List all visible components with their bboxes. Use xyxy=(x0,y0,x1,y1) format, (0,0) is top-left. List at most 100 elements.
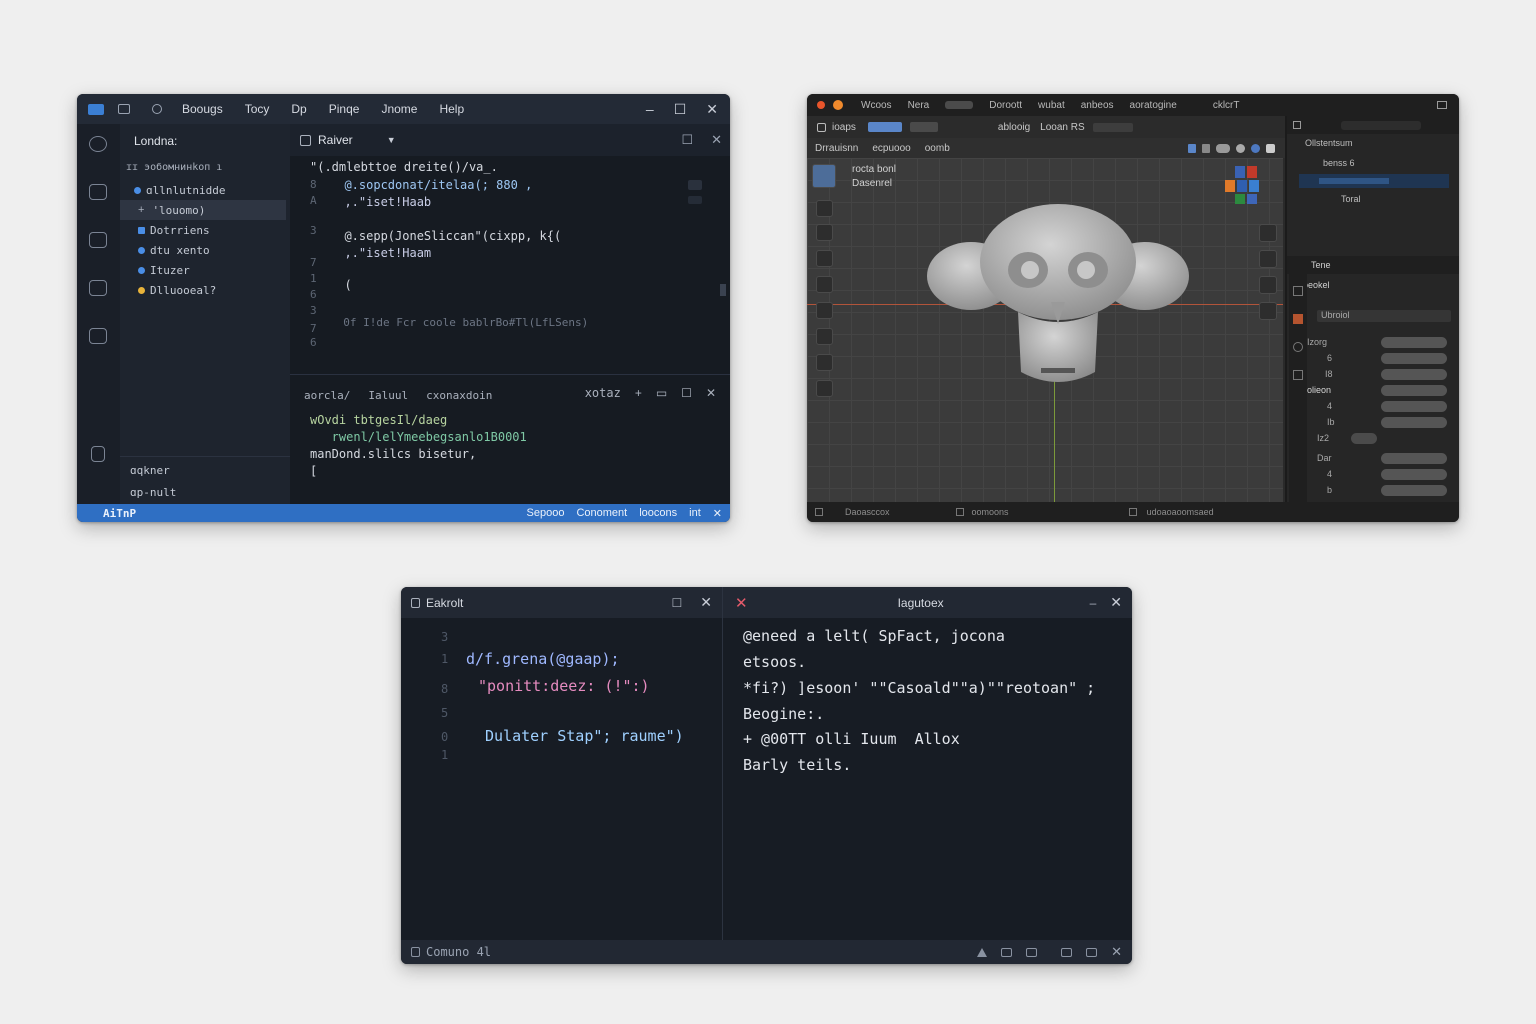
outliner-search[interactable] xyxy=(1341,120,1421,130)
add-pane-icon[interactable] xyxy=(1061,947,1073,957)
sidebar-item[interactable]: Ituzer xyxy=(120,260,286,280)
camera-view-icon[interactable] xyxy=(1259,224,1277,242)
explorer-icon[interactable] xyxy=(89,136,107,152)
outliner-item[interactable]: Toral xyxy=(1305,192,1449,206)
value-field[interactable] xyxy=(1381,352,1447,364)
menu-item[interactable]: Tocy xyxy=(245,102,270,116)
snap-dropdown[interactable]: Looan RS xyxy=(1040,122,1084,133)
select-tool-icon[interactable] xyxy=(812,164,836,188)
mode-select[interactable]: ioaps xyxy=(832,122,856,133)
value-field[interactable] xyxy=(1381,484,1447,496)
menu-item[interactable]: Doroott xyxy=(989,100,1022,111)
sidebar-item[interactable]: Dotrriens xyxy=(120,220,286,240)
minimap[interactable] xyxy=(682,174,730,374)
object-tab-icon[interactable] xyxy=(1293,314,1303,324)
value-field[interactable] xyxy=(1351,432,1377,444)
navigation-gizmo[interactable] xyxy=(1221,164,1271,208)
scene-name[interactable]: cklcrT xyxy=(1213,100,1240,111)
code-line[interactable]: "ponitt:deez: (!":) xyxy=(478,677,650,695)
sidebar-item-selected[interactable]: + 'louomo) xyxy=(120,200,286,220)
account-icon[interactable] xyxy=(91,446,105,462)
minimize-icon[interactable]: – xyxy=(646,101,654,117)
menu-item[interactable]: Dp xyxy=(291,102,306,116)
overlay-icon[interactable] xyxy=(1188,143,1196,153)
close-icon[interactable]: ✕ xyxy=(706,101,718,118)
maximize-icon[interactable]: ☐ xyxy=(672,596,683,610)
close-pane-icon[interactable]: ✕ xyxy=(1111,944,1122,960)
panel-tab[interactable]: cxonaxdoin xyxy=(426,389,492,402)
shading-render-icon[interactable] xyxy=(1251,143,1260,153)
sidebar-footer-item[interactable]: ɑp-nult xyxy=(130,486,176,499)
run-icon[interactable] xyxy=(89,232,107,248)
layout-icon[interactable] xyxy=(1001,947,1013,957)
pan-icon[interactable] xyxy=(1259,276,1277,294)
code-line[interactable]: @.sopcdonat/itelaa(; 880 , xyxy=(330,178,532,192)
code-line[interactable]: ( xyxy=(330,278,351,292)
property-row[interactable]: b xyxy=(1297,484,1451,496)
xray-icon[interactable] xyxy=(1202,143,1210,153)
outliner-item-selected[interactable] xyxy=(1299,174,1449,188)
search-icon[interactable] xyxy=(152,104,162,114)
menu-item[interactable]: Nera xyxy=(908,100,930,111)
timeline-item[interactable]: udoaoaoomsaed xyxy=(1147,507,1214,517)
maximize-icon[interactable]: ☐ xyxy=(674,101,687,118)
transform-tool-icon[interactable] xyxy=(816,302,833,319)
editor-type-icon[interactable] xyxy=(817,122,826,132)
property-row[interactable]: 4 xyxy=(1297,468,1451,480)
code-line[interactable]: Dulater Stap"; raume") xyxy=(485,727,684,745)
status-item[interactable]: Conoment xyxy=(576,507,627,520)
modifier-tab-icon[interactable] xyxy=(1293,370,1303,380)
sidebar-item[interactable]: Dlluooeal? xyxy=(120,280,286,300)
proportional-edit[interactable] xyxy=(1092,122,1133,132)
value-field[interactable] xyxy=(1381,468,1447,480)
sidebar-section[interactable]: ɪɪ эoбомнинkоп ı xyxy=(126,162,222,173)
code-comment[interactable]: 0f I!de Fcr coole bablrBo#Tl(LfLSens) xyxy=(330,316,588,329)
timeline-item[interactable]: oomoons xyxy=(972,507,1009,517)
source-control-icon[interactable] xyxy=(89,184,107,200)
transform-orientation[interactable]: ablooig xyxy=(998,122,1030,133)
timeline-item[interactable]: Daoasccox xyxy=(845,507,890,517)
chevron-down-icon[interactable]: ▼ xyxy=(387,135,396,145)
status-text[interactable]: Comuno 4l xyxy=(426,945,491,959)
monkey-mesh[interactable] xyxy=(923,202,1193,392)
value-field[interactable] xyxy=(1381,368,1447,380)
tab-active[interactable]: Raiver ▼ xyxy=(290,133,396,147)
menu-item[interactable]: Jnome xyxy=(381,102,417,116)
add-cube-tool-icon[interactable] xyxy=(816,380,833,397)
shading-solid-icon[interactable] xyxy=(1216,143,1230,153)
shading-material-icon[interactable] xyxy=(1236,143,1245,153)
property-row[interactable]: Ib xyxy=(1297,416,1451,428)
value-field[interactable] xyxy=(1381,452,1447,464)
tool-tab-icon[interactable] xyxy=(1293,286,1303,296)
material-tab-icon[interactable] xyxy=(1293,342,1303,352)
scrollbar-thumb[interactable] xyxy=(720,284,726,296)
minimize-icon[interactable]: – xyxy=(1090,596,1097,610)
close-icon[interactable]: ✕ xyxy=(1110,594,1122,611)
property-row[interactable]: I8 xyxy=(1297,368,1451,380)
perspective-icon[interactable] xyxy=(1259,302,1277,320)
move-tool-icon[interactable] xyxy=(816,224,833,241)
outliner-item[interactable]: benss 6 xyxy=(1305,156,1449,170)
menu-item[interactable]: aoratogine xyxy=(1130,100,1177,111)
zoom-icon[interactable] xyxy=(1259,250,1277,268)
status-item[interactable]: Sepooo xyxy=(527,507,565,520)
add-icon[interactable]: + xyxy=(635,386,642,400)
status-left[interactable]: AiTnP xyxy=(103,507,136,520)
code-line[interactable]: d/f.grena(@gaap); xyxy=(466,650,620,668)
notification-close-icon[interactable]: ✕ xyxy=(713,507,722,520)
window-icon[interactable] xyxy=(118,104,130,114)
3d-viewport[interactable]: rocta bonl Dasenrel xyxy=(807,158,1283,502)
property-row[interactable]: 6 xyxy=(1297,352,1451,364)
sidebar-footer-item[interactable]: ɑqkner xyxy=(130,464,170,477)
playback-icon[interactable] xyxy=(955,508,964,516)
transform-icons[interactable] xyxy=(909,122,938,132)
cursor-tool-icon[interactable] xyxy=(816,200,833,217)
menu-item[interactable]: anbeos xyxy=(1081,100,1114,111)
timeline-icon[interactable] xyxy=(815,508,823,516)
workspace-icon[interactable] xyxy=(945,101,974,109)
close-icon[interactable]: ✕ xyxy=(700,594,712,611)
menu-item[interactable]: Boougs xyxy=(182,102,223,116)
status-item[interactable]: loocons xyxy=(639,507,677,520)
panel-tab[interactable]: Ialuul xyxy=(368,389,408,402)
window-menu-icon[interactable] xyxy=(1437,101,1447,109)
